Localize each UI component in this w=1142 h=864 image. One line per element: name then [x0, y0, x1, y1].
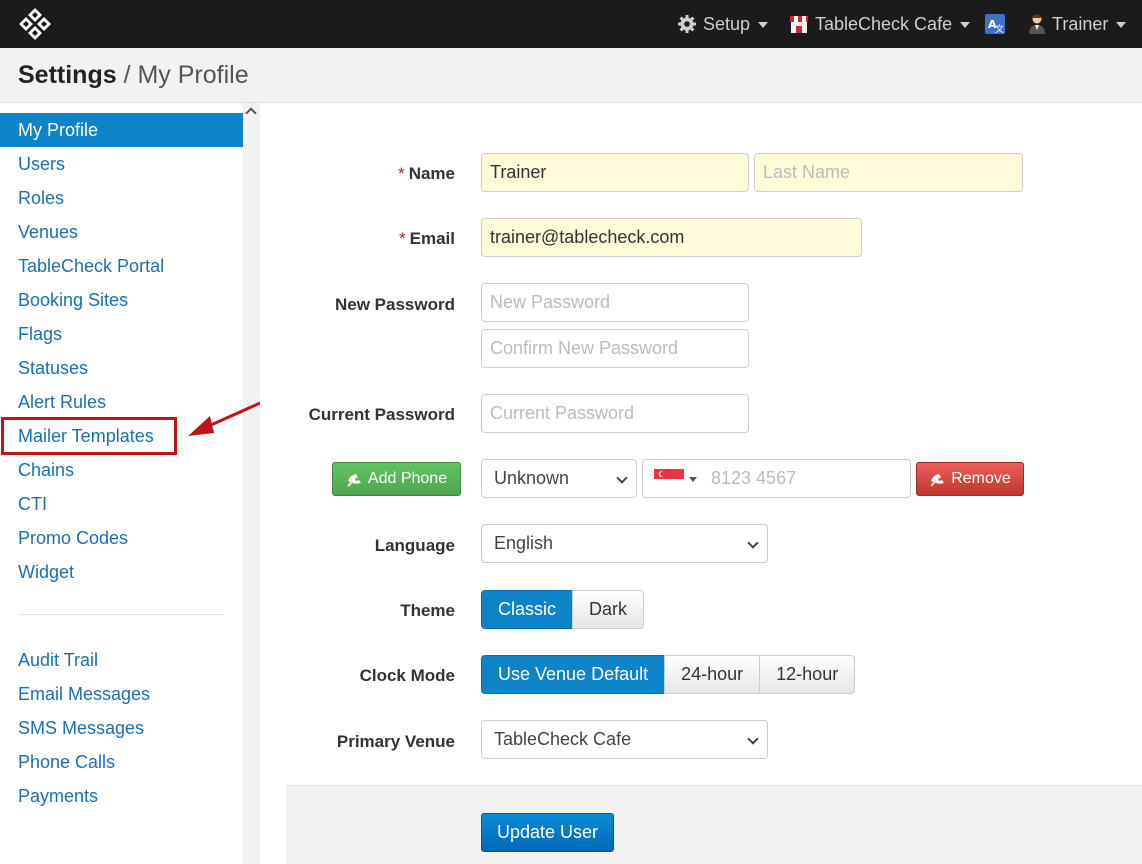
primary-venue-select[interactable]: TableCheck Cafe [481, 720, 768, 759]
sidebar-divider [18, 614, 224, 615]
email-input[interactable] [481, 218, 862, 257]
sidebar-item-widget[interactable]: Widget [0, 555, 243, 589]
current-password-input[interactable] [481, 394, 749, 433]
new-password-label: New Password [335, 295, 455, 314]
chevron-down-icon [747, 537, 759, 549]
country-caret-icon[interactable] [689, 477, 697, 482]
phone-remove-icon [930, 474, 945, 487]
user-label: Trainer [1052, 13, 1109, 34]
remove-phone-button[interactable]: Remove [916, 462, 1024, 496]
sidebar-item-my-profile[interactable]: My Profile [0, 113, 243, 147]
clock-option-24-hour[interactable]: 24-hour [664, 655, 761, 694]
phone-number-field[interactable] [642, 459, 911, 498]
chevron-down-icon [747, 733, 759, 745]
user-menu[interactable]: Trainer [1028, 0, 1127, 48]
required-asterisk: * [398, 164, 405, 183]
page-title-main: Settings [18, 61, 117, 89]
form-actions: Update User [286, 785, 1142, 864]
sidebar-item-sms-messages[interactable]: SMS Messages [0, 711, 243, 745]
email-label: * Email [399, 229, 455, 248]
page-subtitle: My Profile [137, 61, 249, 89]
name-label: * Name [398, 164, 455, 183]
tablecheck-logo-icon[interactable] [18, 7, 52, 41]
sidebar-item-roles[interactable]: Roles [0, 181, 243, 215]
language-value: English [494, 533, 554, 553]
sidebar-item-promo-codes[interactable]: Promo Codes [0, 521, 243, 555]
phone-icon [347, 474, 361, 487]
page-title: Settings / My Profile [18, 61, 249, 90]
gear-icon [678, 15, 696, 33]
update-user-button[interactable]: Update User [481, 813, 614, 852]
theme-toggle: Classic Dark [481, 590, 645, 629]
theme-label: Theme [400, 601, 455, 620]
last-name-input[interactable] [754, 153, 1023, 192]
setup-menu[interactable]: Setup [677, 0, 769, 48]
venue-label: TableCheck Cafe [815, 13, 953, 34]
first-name-input[interactable] [481, 153, 749, 192]
sidebar-item-venues[interactable]: Venues [0, 215, 243, 249]
theme-option-dark[interactable]: Dark [572, 590, 645, 629]
translate-icon: A 文 [985, 14, 1005, 35]
add-phone-button[interactable]: Add Phone [332, 462, 461, 496]
phone-number-input[interactable] [703, 459, 911, 498]
phone-type-select[interactable]: Unknown [481, 459, 637, 498]
phone-type-value: Unknown [494, 468, 570, 488]
confirm-password-input[interactable] [481, 329, 749, 368]
caret-down-icon [758, 22, 769, 28]
sidebar-item-phone-calls[interactable]: Phone Calls [0, 745, 243, 779]
sidebar-item-audit-trail[interactable]: Audit Trail [0, 643, 243, 677]
singapore-flag-icon[interactable] [654, 469, 684, 489]
sidebar-item-chains[interactable]: Chains [0, 453, 243, 487]
top-navbar: Setup TableCheck Cafe A 文 Trainer [0, 0, 1142, 48]
primary-venue-label: Primary Venue [336, 732, 455, 751]
current-password-label: Current Password [308, 405, 455, 424]
new-password-input[interactable] [481, 283, 749, 322]
language-label: Language [374, 536, 455, 555]
caret-down-icon [960, 22, 971, 28]
annotation-highlight-box [1, 417, 177, 455]
chevron-down-icon [616, 472, 628, 484]
sidebar-item-booking-sites[interactable]: Booking Sites [0, 283, 243, 317]
sidebar-item-flags[interactable]: Flags [0, 317, 243, 351]
language-select[interactable]: English [481, 524, 768, 563]
translate-button[interactable]: A 文 [984, 0, 1006, 48]
primary-venue-value: TableCheck Cafe [494, 729, 632, 749]
sidebar-item-users[interactable]: Users [0, 147, 243, 181]
sidebar-item-payments[interactable]: Payments [0, 779, 243, 813]
clock-option-12-hour[interactable]: 12-hour [759, 655, 856, 694]
sidebar-item-cti[interactable]: CTI [0, 487, 243, 521]
scroll-up-icon[interactable] [245, 107, 257, 119]
required-asterisk: * [399, 229, 406, 248]
profile-form: *Name *Email New Password Current Passwo… [260, 103, 1142, 864]
store-icon [790, 16, 808, 33]
sidebar-item-email-messages[interactable]: Email Messages [0, 677, 243, 711]
page-header: Settings / My Profile [0, 48, 1142, 103]
clock-mode-label: Clock Mode [359, 666, 455, 685]
svg-text:文: 文 [995, 23, 1004, 35]
theme-option-classic[interactable]: Classic [481, 590, 574, 629]
user-avatar-icon [1029, 14, 1045, 34]
caret-down-icon [1116, 22, 1127, 28]
settings-sidebar: My Profile Users Roles Venues TableCheck… [0, 103, 243, 864]
breadcrumb-separator: / [123, 61, 131, 89]
sidebar-item-tablecheck-portal[interactable]: TableCheck Portal [0, 249, 243, 283]
venue-menu[interactable]: TableCheck Cafe [789, 0, 971, 48]
clock-mode-toggle: Use Venue Default 24-hour 12-hour [481, 655, 856, 694]
clock-option-venue-default[interactable]: Use Venue Default [481, 655, 666, 694]
setup-label: Setup [703, 13, 751, 34]
